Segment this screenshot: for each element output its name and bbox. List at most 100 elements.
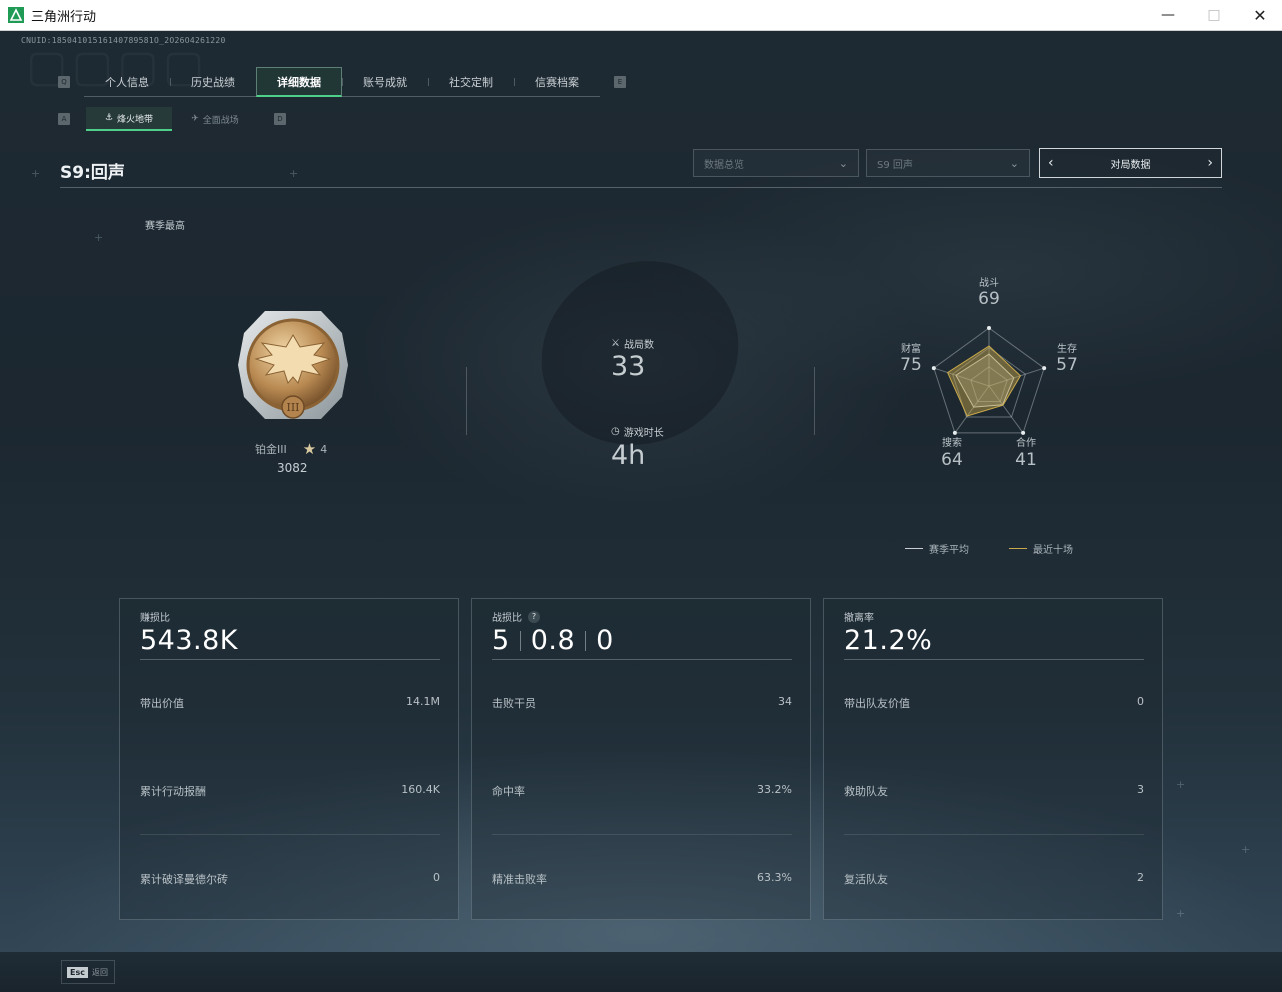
stat-row: 救助队友 3	[844, 783, 1144, 799]
kd-value-ratio: 0.8	[530, 625, 576, 656]
legend-season-average: 赛季平均	[905, 541, 969, 556]
profit-ratio-label: 赚损比	[140, 609, 170, 624]
tab-warfare-mode-label: 全面战场	[202, 115, 239, 126]
help-icon[interactable]: ?	[528, 610, 540, 623]
matches-label: ⚔ 战局数	[611, 336, 654, 351]
decor-plus: +	[289, 167, 299, 180]
prev-mode-key-hint[interactable]: A	[58, 113, 70, 125]
rank-name: 铂金III	[255, 443, 287, 456]
tab-archive[interactable]: 信赛档案	[514, 67, 600, 97]
svg-text:III: III	[286, 401, 299, 414]
tab-detailed-data[interactable]: 详细数据	[256, 67, 342, 97]
tab-operations-mode-label: 烽火地带	[117, 114, 154, 125]
section-divider	[814, 367, 815, 435]
kd-separator	[519, 630, 521, 651]
kd-card: 战损比 ? 5 0.8 0 击败干员 34 命中率 33.2% 精准击败率 63…	[471, 598, 811, 920]
medal-numeral: III	[286, 401, 299, 414]
stat-row: 命中率 33.2%	[492, 783, 792, 799]
season-best-label: 赛季最高	[145, 221, 185, 232]
decor-plus: +	[1176, 778, 1186, 791]
tab-social[interactable]: 社交定制	[428, 67, 514, 97]
main-tab-bar: Q 个人信息 历史战绩 详细数据 账号成就 社交定制 信赛档案 E	[58, 67, 626, 97]
stat-label: 击败干员	[492, 697, 536, 710]
window-title: 三角洲行动	[31, 9, 97, 25]
card-divider	[140, 659, 440, 660]
kd-value-deaths: 0	[596, 625, 614, 656]
stat-label: 复活队友	[844, 873, 888, 886]
radar-recent-ten	[946, 345, 1022, 417]
clock-icon: ◷	[611, 426, 620, 437]
playtime-label-text: 游戏时长	[623, 428, 664, 439]
legend-recent-ten: 最近十场	[1009, 541, 1073, 556]
season-dropdown[interactable]: S9 回声 ⌄	[866, 149, 1030, 177]
section-divider	[466, 367, 467, 435]
profit-ratio-label-text: 赚损比	[140, 613, 170, 624]
tab-history[interactable]: 历史战绩	[170, 67, 256, 97]
radar-label-cooperation: 合作	[1016, 438, 1036, 449]
radar-label-wealth: 财富	[901, 344, 921, 355]
kd-values: 5 0.8 0	[492, 625, 614, 656]
stat-label: 累计破译曼德尔砖	[140, 873, 228, 886]
chevron-down-icon: ⌄	[838, 156, 848, 170]
radar-value-search: 64	[941, 450, 963, 470]
stat-label: 带出价值	[140, 697, 184, 710]
radar-axis-dot	[987, 326, 991, 330]
stat-row: 带出价值 14.1M	[140, 695, 440, 711]
match-data-selector[interactable]: ‹ 对局数据 ›	[1039, 148, 1222, 178]
close-button[interactable]: ✕	[1237, 0, 1282, 30]
chevron-right-icon[interactable]: ›	[1207, 155, 1213, 171]
tab-achievements[interactable]: 账号成就	[342, 67, 428, 97]
stat-row: 击败干员 34	[492, 695, 792, 711]
radar-axis-dot	[931, 366, 936, 371]
warfare-mode-icon: ✈	[191, 114, 199, 124]
next-mode-key-hint[interactable]: D	[274, 113, 286, 125]
star-icon: ★	[302, 440, 317, 458]
maximize-button[interactable]: □	[1191, 0, 1237, 30]
stat-label: 带出队友价值	[844, 697, 910, 710]
next-tab-key-hint[interactable]: E	[614, 76, 626, 88]
radar-label-search: 搜索	[942, 438, 962, 449]
kd-ratio-label: 战损比 ?	[492, 609, 540, 624]
prev-tab-key-hint[interactable]: Q	[58, 76, 70, 88]
radar-value-wealth: 75	[900, 355, 922, 375]
stat-label: 累计行动报酬	[140, 785, 206, 798]
header-divider	[60, 187, 1222, 188]
legend-line	[905, 548, 923, 549]
profit-ratio-value: 543.8K	[140, 625, 239, 656]
rank-info: 铂金III ★ 4	[255, 440, 327, 458]
crossed-swords-icon: ⚔	[611, 338, 620, 349]
card-divider	[492, 834, 792, 835]
stat-row: 复活队友 2	[844, 871, 1144, 887]
esc-key-icon: Esc	[67, 966, 88, 978]
match-data-label: 对局数据	[1110, 159, 1151, 171]
extraction-rate-value: 21.2%	[844, 625, 933, 656]
minimize-button[interactable]: —	[1145, 0, 1191, 30]
chevron-left-icon[interactable]: ‹	[1048, 155, 1054, 171]
radar-value-survival: 57	[1056, 355, 1078, 375]
extraction-card: 撤离率 21.2% 带出队友价值 0 救助队友 3 复活队友 2	[823, 598, 1163, 920]
kd-value-kills: 5	[492, 625, 510, 656]
tab-personal-info[interactable]: 个人信息	[84, 67, 170, 97]
card-divider	[844, 834, 1144, 835]
season-dropdown-value: S9 回声	[877, 159, 913, 171]
decor-plus: +	[1241, 843, 1251, 856]
tab-warfare-mode[interactable]: ✈ 全面战场	[172, 107, 258, 131]
stat-value: 0	[433, 871, 440, 884]
playtime-label: ◷ 游戏时长	[611, 424, 664, 439]
back-button[interactable]: Esc 返回	[61, 960, 115, 984]
legend-line	[1009, 548, 1027, 549]
tab-operations-mode[interactable]: ⚓ 烽火地带	[86, 107, 172, 131]
kd-separator	[585, 630, 587, 651]
data-overview-dropdown[interactable]: 数据总览 ⌄	[693, 149, 859, 177]
radar-value-combat: 69	[978, 289, 1000, 309]
profit-card: 赚损比 543.8K 带出价值 14.1M 累计行动报酬 160.4K 累计破译…	[119, 598, 459, 920]
window-titlebar: 三角洲行动 — □ ✕	[0, 0, 1282, 31]
stat-row: 精准击败率 63.3%	[492, 871, 792, 887]
card-divider	[492, 659, 792, 660]
data-overview-value: 数据总览	[704, 159, 744, 171]
stat-value: 33.2%	[757, 783, 792, 796]
radar-axis-dot	[1042, 366, 1047, 371]
stat-label: 精准击败率	[492, 873, 547, 886]
rank-score: 3082	[277, 461, 308, 475]
stat-row: 累计破译曼德尔砖 0	[140, 871, 440, 887]
